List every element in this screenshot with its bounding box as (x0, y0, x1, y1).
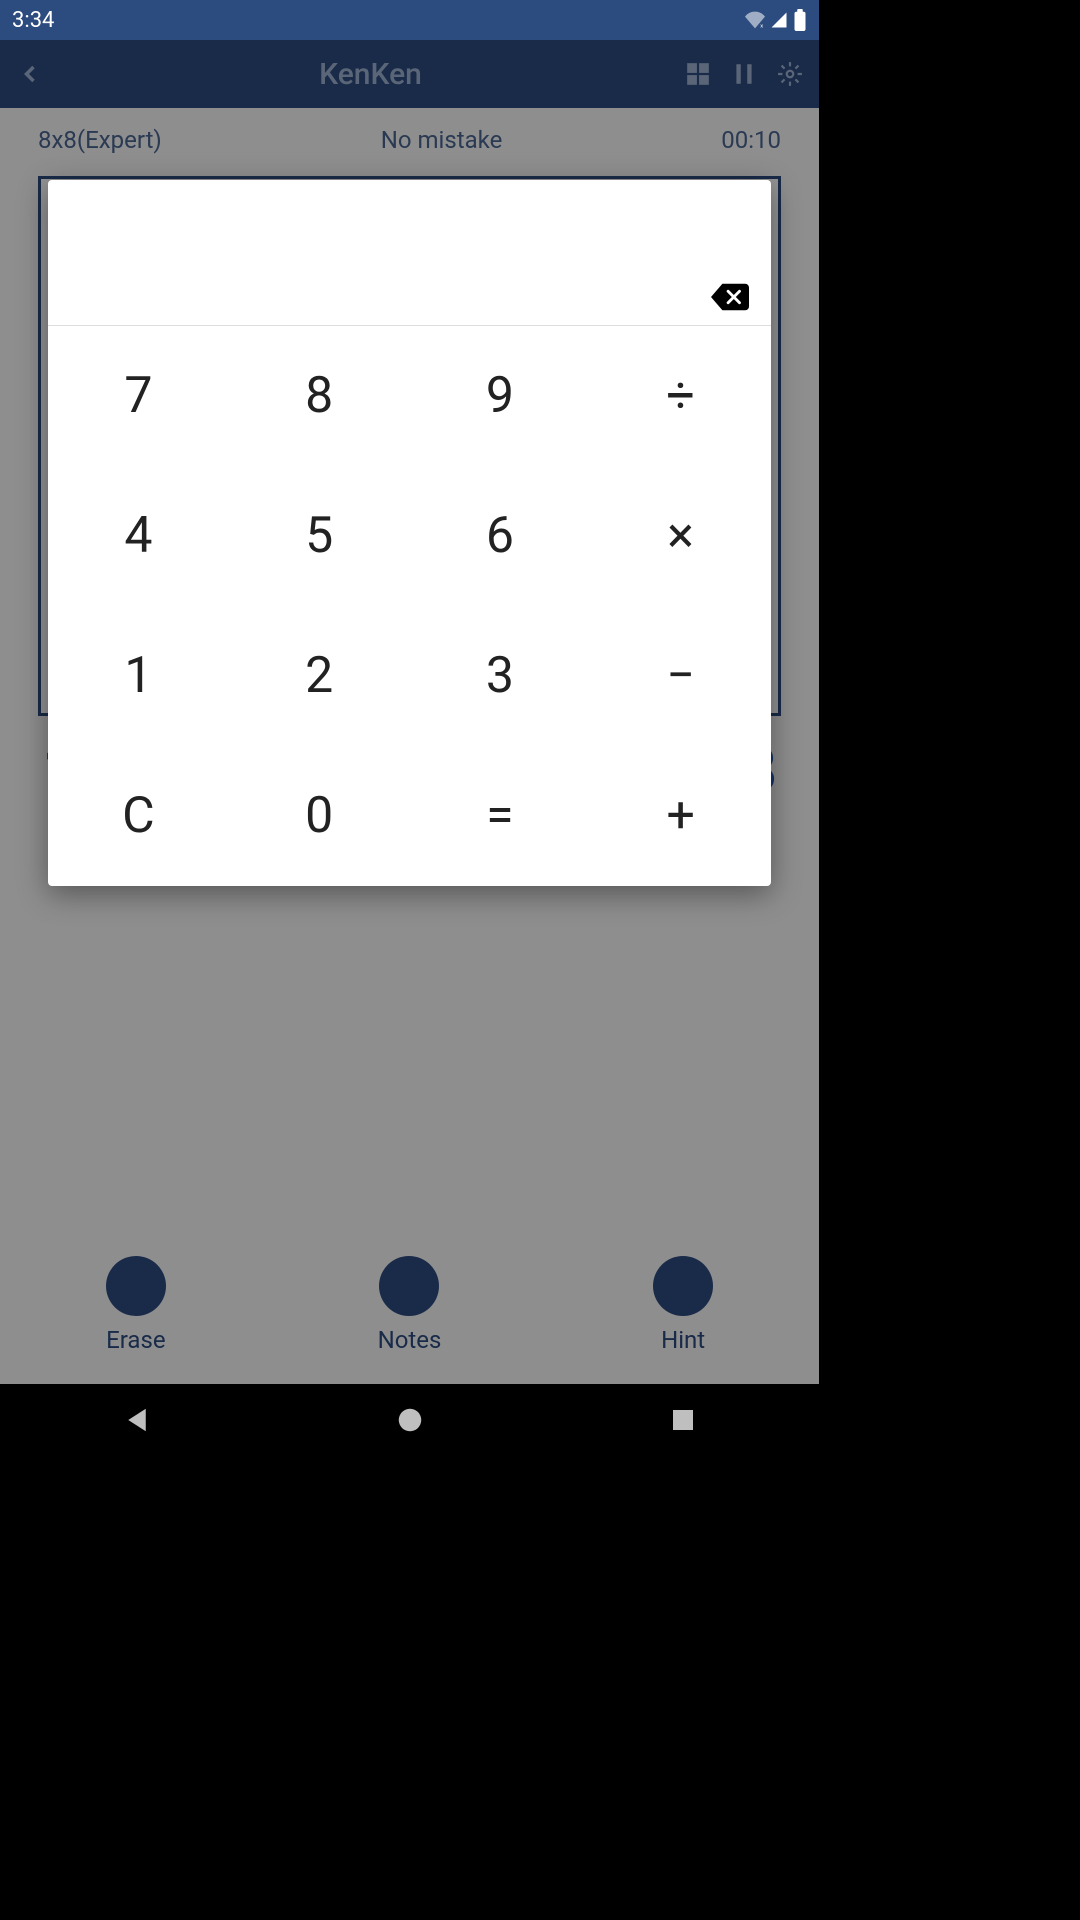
status-time: 3:34 (12, 8, 54, 33)
battery-icon (793, 9, 807, 31)
key-1[interactable]: 1 (48, 606, 229, 746)
status-icons: x (745, 9, 807, 31)
key-equals[interactable]: = (410, 746, 591, 886)
status-bar: 3:34 x (0, 0, 819, 40)
key-divide[interactable]: ÷ (590, 326, 771, 466)
key-clear[interactable]: C (48, 746, 229, 886)
key-2[interactable]: 2 (229, 606, 410, 746)
key-plus[interactable]: + (590, 746, 771, 886)
calculator-modal: 7 8 9 ÷ 4 5 6 × 1 2 3 − C 0 = + (48, 180, 771, 886)
key-7[interactable]: 7 (48, 326, 229, 466)
key-6[interactable]: 6 (410, 466, 591, 606)
nav-back-icon[interactable] (122, 1405, 152, 1435)
key-5[interactable]: 5 (229, 466, 410, 606)
backspace-button[interactable] (711, 283, 749, 311)
svg-text:x: x (760, 24, 763, 30)
key-4[interactable]: 4 (48, 466, 229, 606)
signal-icon (769, 11, 789, 29)
wifi-icon: x (745, 11, 765, 29)
android-nav-bar (0, 1384, 819, 1456)
calculator-display (48, 180, 771, 326)
nav-home-icon[interactable] (395, 1405, 425, 1435)
key-0[interactable]: 0 (229, 746, 410, 886)
key-9[interactable]: 9 (410, 326, 591, 466)
nav-recent-icon[interactable] (668, 1405, 698, 1435)
key-minus[interactable]: − (590, 606, 771, 746)
calculator-keypad: 7 8 9 ÷ 4 5 6 × 1 2 3 − C 0 = + (48, 326, 771, 886)
key-3[interactable]: 3 (410, 606, 591, 746)
key-multiply[interactable]: × (590, 466, 771, 606)
key-8[interactable]: 8 (229, 326, 410, 466)
